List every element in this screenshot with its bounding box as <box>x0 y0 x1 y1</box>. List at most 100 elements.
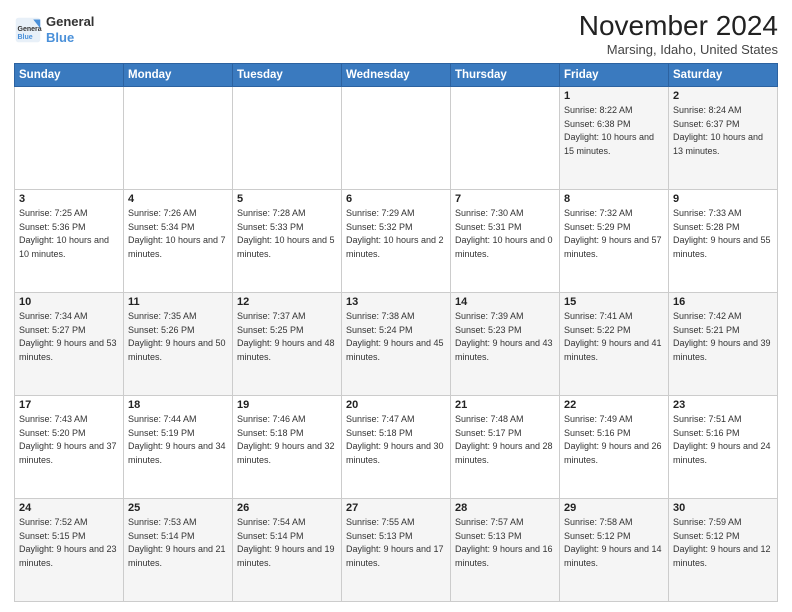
day-number: 3 <box>19 193 119 205</box>
day-number: 27 <box>346 502 446 514</box>
svg-text:General: General <box>18 25 43 32</box>
day-number: 5 <box>237 193 337 205</box>
day-detail: Sunrise: 7:38 AMSunset: 5:24 PMDaylight:… <box>346 310 446 364</box>
calendar-cell <box>233 87 342 190</box>
day-number: 19 <box>237 399 337 411</box>
day-number: 29 <box>564 502 664 514</box>
calendar-cell: 9Sunrise: 7:33 AMSunset: 5:28 PMDaylight… <box>669 190 778 293</box>
day-number: 21 <box>455 399 555 411</box>
calendar-cell: 19 Sunrise: 7:46 AMSunset: 5:18 PMDayligh… <box>233 396 342 499</box>
day-detail: Sunrise: 7:49 AMSunset: 5:16 PMDaylight:… <box>564 413 664 467</box>
day-detail: Sunrise: 7:47 AMSunset: 5:18 PMDaylight:… <box>346 413 446 467</box>
day-detail: Sunrise: 7:52 AMSunset: 5:15 PMDaylight:… <box>19 516 119 570</box>
day-detail: Sunrise: 7:46 AMSunset: 5:18 PMDaylight:… <box>237 413 337 467</box>
day-detail: Sunrise: 8:24 AMSunset: 6:37 PMDaylight:… <box>673 104 773 158</box>
day-number: 12 <box>237 296 337 308</box>
day-detail: Sunrise: 7:37 AMSunset: 5:25 PMDaylight:… <box>237 310 337 364</box>
calendar-cell: 23Sunrise: 7:51 AMSunset: 5:16 PMDayligh… <box>669 396 778 499</box>
logo-text-blue: Blue <box>46 30 94 46</box>
calendar-cell: 5 Sunrise: 7:28 AMSunset: 5:33 PMDaylight… <box>233 190 342 293</box>
calendar-cell: 28Sunrise: 7:57 AMSunset: 5:13 PMDayligh… <box>451 499 560 602</box>
day-detail: Sunrise: 7:59 AMSunset: 5:12 PMDaylight:… <box>673 516 773 570</box>
page: General Blue General Blue November 2024 … <box>0 0 792 612</box>
day-detail: Sunrise: 7:48 AMSunset: 5:17 PMDaylight:… <box>455 413 555 467</box>
calendar-cell: 17 Sunrise: 7:43 AMSunset: 5:20 PMDayligh… <box>15 396 124 499</box>
day-number: 17 <box>19 399 119 411</box>
day-number: 18 <box>128 399 228 411</box>
day-number: 25 <box>128 502 228 514</box>
month-title: November 2024 <box>579 10 778 42</box>
day-detail: Sunrise: 7:55 AMSunset: 5:13 PMDaylight:… <box>346 516 446 570</box>
calendar-cell: 22 Sunrise: 7:49 AMSunset: 5:16 PMDayligh… <box>560 396 669 499</box>
calendar-cell: 27 Sunrise: 7:55 AMSunset: 5:13 PMDayligh… <box>342 499 451 602</box>
calendar-cell: 13 Sunrise: 7:38 AMSunset: 5:24 PMDayligh… <box>342 293 451 396</box>
calendar-cell: 30Sunrise: 7:59 AMSunset: 5:12 PMDayligh… <box>669 499 778 602</box>
day-detail: Sunrise: 7:41 AMSunset: 5:22 PMDaylight:… <box>564 310 664 364</box>
day-detail: Sunrise: 7:30 AMSunset: 5:31 PMDaylight:… <box>455 207 555 261</box>
day-number: 13 <box>346 296 446 308</box>
day-number: 16 <box>673 296 773 308</box>
calendar-cell: 3Sunrise: 7:25 AMSunset: 5:36 PMDaylight… <box>15 190 124 293</box>
calendar-cell: 4Sunrise: 7:26 AMSunset: 5:34 PMDaylight… <box>124 190 233 293</box>
day-number: 2 <box>673 90 773 102</box>
day-detail: Sunrise: 7:43 AMSunset: 5:20 PMDaylight:… <box>19 413 119 467</box>
calendar-cell: 26 Sunrise: 7:54 AMSunset: 5:14 PMDayligh… <box>233 499 342 602</box>
weekday-header-friday: Friday <box>560 64 669 87</box>
day-number: 28 <box>455 502 555 514</box>
day-detail: Sunrise: 7:54 AMSunset: 5:14 PMDaylight:… <box>237 516 337 570</box>
week-row-1: 1 Sunrise: 8:22 AMSunset: 6:38 PMDaylight… <box>15 87 778 190</box>
day-number: 6 <box>346 193 446 205</box>
day-number: 8 <box>564 193 664 205</box>
weekday-header-tuesday: Tuesday <box>233 64 342 87</box>
day-number: 15 <box>564 296 664 308</box>
calendar-cell: 18 Sunrise: 7:44 AMSunset: 5:19 PMDayligh… <box>124 396 233 499</box>
calendar-cell: 29Sunrise: 7:58 AMSunset: 5:12 PMDayligh… <box>560 499 669 602</box>
week-row-5: 24 Sunrise: 7:52 AMSunset: 5:15 PMDayligh… <box>15 499 778 602</box>
calendar-cell: 6 Sunrise: 7:29 AMSunset: 5:32 PMDaylight… <box>342 190 451 293</box>
calendar-table: SundayMondayTuesdayWednesdayThursdayFrid… <box>14 63 778 602</box>
day-detail: Sunrise: 7:34 AMSunset: 5:27 PMDaylight:… <box>19 310 119 364</box>
weekday-header-row: SundayMondayTuesdayWednesdayThursdayFrid… <box>15 64 778 87</box>
calendar-cell <box>342 87 451 190</box>
week-row-4: 17 Sunrise: 7:43 AMSunset: 5:20 PMDayligh… <box>15 396 778 499</box>
calendar-cell: 12 Sunrise: 7:37 AMSunset: 5:25 PMDayligh… <box>233 293 342 396</box>
day-detail: Sunrise: 7:42 AMSunset: 5:21 PMDaylight:… <box>673 310 773 364</box>
calendar-cell: 15 Sunrise: 7:41 AMSunset: 5:22 PMDayligh… <box>560 293 669 396</box>
day-detail: Sunrise: 7:44 AMSunset: 5:19 PMDaylight:… <box>128 413 228 467</box>
day-number: 20 <box>346 399 446 411</box>
day-number: 4 <box>128 193 228 205</box>
weekday-header-saturday: Saturday <box>669 64 778 87</box>
location-title: Marsing, Idaho, United States <box>579 42 778 57</box>
calendar-cell: 2 Sunrise: 8:24 AMSunset: 6:37 PMDaylight… <box>669 87 778 190</box>
calendar-cell: 25 Sunrise: 7:53 AMSunset: 5:14 PMDayligh… <box>124 499 233 602</box>
day-number: 22 <box>564 399 664 411</box>
header: General Blue General Blue November 2024 … <box>14 10 778 57</box>
calendar-cell: 20 Sunrise: 7:47 AMSunset: 5:18 PMDayligh… <box>342 396 451 499</box>
calendar-cell: 16 Sunrise: 7:42 AMSunset: 5:21 PMDayligh… <box>669 293 778 396</box>
calendar-cell <box>451 87 560 190</box>
day-number: 14 <box>455 296 555 308</box>
day-number: 24 <box>19 502 119 514</box>
calendar-cell <box>15 87 124 190</box>
calendar-cell: 14Sunrise: 7:39 AMSunset: 5:23 PMDayligh… <box>451 293 560 396</box>
day-number: 7 <box>455 193 555 205</box>
logo-text-general: General <box>46 14 94 30</box>
day-number: 1 <box>564 90 664 102</box>
day-detail: Sunrise: 8:22 AMSunset: 6:38 PMDaylight:… <box>564 104 664 158</box>
svg-text:Blue: Blue <box>18 33 33 40</box>
calendar-cell <box>124 87 233 190</box>
calendar-cell: 7 Sunrise: 7:30 AMSunset: 5:31 PMDaylight… <box>451 190 560 293</box>
day-detail: Sunrise: 7:32 AMSunset: 5:29 PMDaylight:… <box>564 207 664 261</box>
day-detail: Sunrise: 7:35 AMSunset: 5:26 PMDaylight:… <box>128 310 228 364</box>
day-detail: Sunrise: 7:53 AMSunset: 5:14 PMDaylight:… <box>128 516 228 570</box>
day-number: 26 <box>237 502 337 514</box>
day-detail: Sunrise: 7:51 AMSunset: 5:16 PMDaylight:… <box>673 413 773 467</box>
calendar-cell: 21 Sunrise: 7:48 AMSunset: 5:17 PMDayligh… <box>451 396 560 499</box>
weekday-header-monday: Monday <box>124 64 233 87</box>
day-detail: Sunrise: 7:28 AMSunset: 5:33 PMDaylight:… <box>237 207 337 261</box>
calendar-cell: 1 Sunrise: 8:22 AMSunset: 6:38 PMDaylight… <box>560 87 669 190</box>
calendar-cell: 11 Sunrise: 7:35 AMSunset: 5:26 PMDayligh… <box>124 293 233 396</box>
title-block: November 2024 Marsing, Idaho, United Sta… <box>579 10 778 57</box>
day-detail: Sunrise: 7:29 AMSunset: 5:32 PMDaylight:… <box>346 207 446 261</box>
day-number: 11 <box>128 296 228 308</box>
